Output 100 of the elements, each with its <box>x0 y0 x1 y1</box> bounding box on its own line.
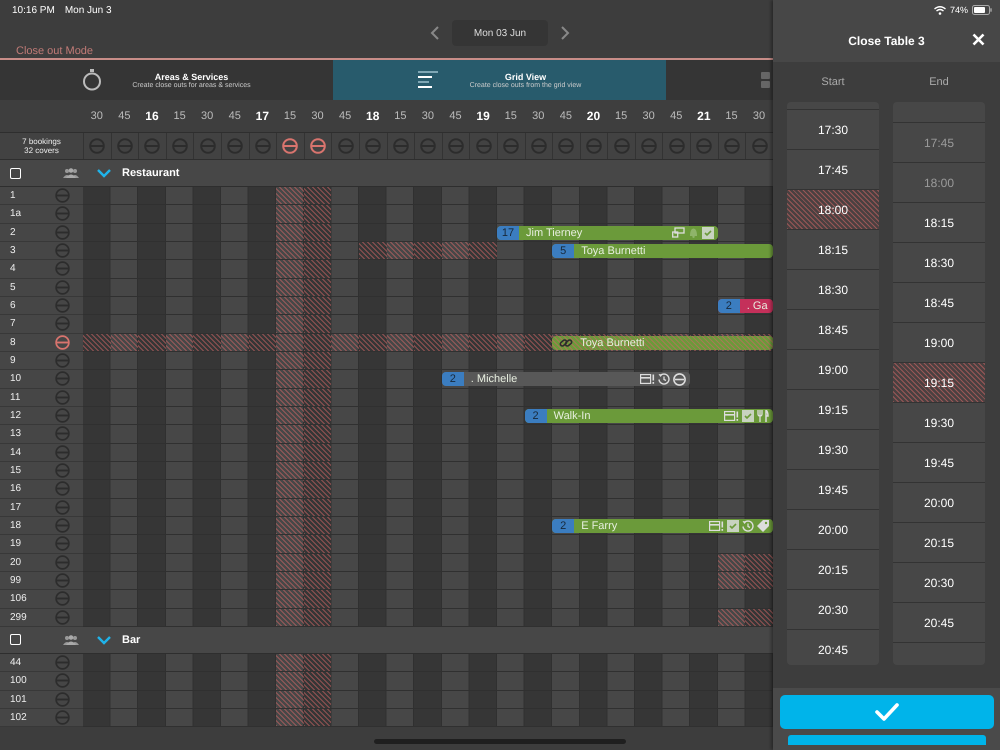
close-out-icon[interactable] <box>55 591 70 606</box>
time-option[interactable]: 20:30 <box>787 590 879 630</box>
covers-badge: 2 <box>718 298 740 313</box>
table-number: 102 <box>9 712 28 724</box>
time-option[interactable]: 19:00 <box>787 350 879 390</box>
table-number: 15 <box>9 465 22 476</box>
table-number: 20 <box>9 556 22 568</box>
close-out-icon[interactable] <box>55 692 70 707</box>
time-option[interactable]: 19:15 <box>893 363 985 403</box>
checkbox[interactable] <box>10 634 21 646</box>
stopwatch-icon <box>82 69 102 91</box>
time-label: 30 <box>90 109 104 124</box>
time-label: 15 <box>282 109 298 124</box>
time-option[interactable]: 20:15 <box>787 550 879 590</box>
time-option[interactable]: 19:30 <box>787 430 879 470</box>
table-number: 14 <box>9 446 22 458</box>
people-icon <box>63 634 79 645</box>
close-out-icon[interactable] <box>55 298 70 314</box>
close-out-icon[interactable] <box>55 554 70 570</box>
covers-badge: 17 <box>497 226 519 240</box>
close-out-icon[interactable] <box>55 710 70 726</box>
checkmark-icon <box>874 703 898 721</box>
tag-icon <box>756 520 769 532</box>
close-out-icon[interactable] <box>55 536 70 552</box>
checkbox[interactable] <box>10 168 21 178</box>
time-label: 30 <box>420 109 436 124</box>
booking-bar[interactable]: 2 . Michelle <box>442 372 690 386</box>
table-number: 5 <box>9 282 17 293</box>
previous-day-icon[interactable] <box>430 26 440 40</box>
time-label: 30 <box>642 109 656 124</box>
time-option[interactable]: 20:45 <box>787 630 879 665</box>
time-option[interactable]: 20:30 <box>893 563 985 603</box>
close-out-icon[interactable] <box>55 518 70 534</box>
close-out-icon[interactable] <box>282 138 298 154</box>
panel-title: Close Table 3 <box>848 34 925 48</box>
close-out-icon[interactable] <box>55 188 70 204</box>
close-out-icon[interactable] <box>55 673 70 688</box>
close-out-icon[interactable] <box>55 481 70 496</box>
table-number: 10 <box>9 373 22 384</box>
time-label: 15 <box>172 109 187 124</box>
table-number: 44 <box>9 657 22 668</box>
time-picker[interactable]: 17:30 17:45 18:00 18:15 18:30 18:45 19:00 19:15 19:30 19:45 20:00 20:15 20:30 20:45 <box>787 102 879 665</box>
time-label: 45 <box>448 109 463 124</box>
time-option[interactable]: 20:00 <box>787 510 879 550</box>
table-number: 18 <box>9 520 22 532</box>
card-alert-icon <box>708 520 724 531</box>
history-icon <box>658 373 670 386</box>
confirm-button[interactable] <box>780 695 994 729</box>
time-option[interactable]: 20:00 <box>893 483 985 523</box>
time-label: 15 <box>504 109 518 124</box>
people-icon <box>63 168 79 178</box>
chevron-down-icon[interactable] <box>97 634 111 645</box>
close-out-icon[interactable] <box>55 390 70 405</box>
close-out-icon[interactable] <box>55 426 70 442</box>
close-out-icon[interactable] <box>55 573 70 588</box>
close-out-icon[interactable] <box>55 408 70 424</box>
close-out-icon[interactable] <box>55 371 70 386</box>
close-out-icon[interactable] <box>55 316 70 332</box>
time-option[interactable]: 18:30 <box>787 270 879 310</box>
time-option[interactable]: 17:30 <box>787 110 879 150</box>
time-option[interactable]: 18:45 <box>787 310 879 350</box>
time-option[interactable]: 19:15 <box>787 390 879 430</box>
time-option[interactable]: 18:15 <box>787 230 879 270</box>
time-label: 18 <box>365 108 380 125</box>
close-out-icon[interactable] <box>55 444 70 460</box>
time-option[interactable]: 18:15 <box>893 203 985 243</box>
time-option[interactable]: 20:15 <box>893 523 985 563</box>
close-out-icon[interactable] <box>55 655 70 670</box>
table-number: 7 <box>9 318 17 330</box>
time-option[interactable]: 18:45 <box>893 283 985 323</box>
close-out-icon[interactable] <box>55 280 70 295</box>
close-icon[interactable] <box>972 33 985 46</box>
time-option[interactable]: 19:30 <box>893 403 985 443</box>
time-label: 30 <box>531 109 546 124</box>
booking-bar[interactable]: 2 . Ga <box>718 298 773 313</box>
time-option[interactable]: 19:45 <box>787 470 879 510</box>
table-number: 19 <box>9 538 22 550</box>
close-out-icon[interactable] <box>55 206 70 222</box>
covers-badge: 2 <box>552 518 574 533</box>
close-out-icon[interactable] <box>55 261 70 276</box>
close-out-icon[interactable] <box>55 243 70 258</box>
table-number: 8 <box>9 336 17 348</box>
close-out-icon[interactable] <box>55 353 70 368</box>
time-option[interactable]: 19:45 <box>893 443 985 483</box>
time-option[interactable]: 18:30 <box>893 243 985 283</box>
close-out-icon[interactable] <box>310 138 326 154</box>
time-option[interactable]: 20:45 <box>893 603 985 643</box>
history-icon <box>742 520 754 532</box>
close-out-icon[interactable] <box>55 463 70 478</box>
time-label: 21 <box>696 108 712 125</box>
close-out-icon[interactable] <box>55 334 70 350</box>
covers-count: 32 covers <box>24 146 59 155</box>
close-out-icon[interactable] <box>55 610 70 625</box>
time-option[interactable]: 18:00 <box>787 190 879 230</box>
time-label: 30 <box>200 109 214 124</box>
next-day-icon[interactable] <box>560 26 570 40</box>
close-out-icon[interactable] <box>55 224 70 240</box>
chevron-down-icon[interactable] <box>97 168 111 178</box>
date-button[interactable]: Mon 03 Jun <box>452 20 548 46</box>
close-out-icon[interactable] <box>55 500 70 515</box>
